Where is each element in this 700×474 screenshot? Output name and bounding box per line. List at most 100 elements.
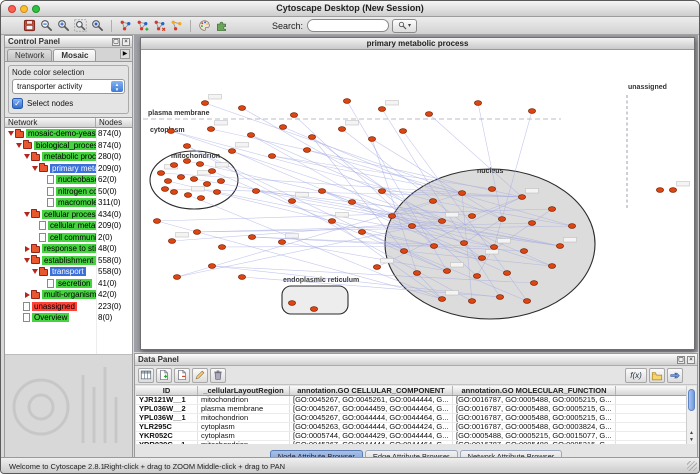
network-node[interactable] <box>288 199 295 204</box>
network-node[interactable] <box>518 195 525 200</box>
network-node[interactable] <box>218 245 225 250</box>
network-node[interactable] <box>348 200 355 205</box>
select-nodes-checkbox[interactable]: ✓ <box>12 98 23 109</box>
network-node[interactable] <box>430 244 437 249</box>
tree-expand-toggle[interactable] <box>23 246 31 252</box>
table-row[interactable]: YJR121W__1mitochondrion[GO:0045267, GO:0… <box>136 396 696 405</box>
float-panel-icon[interactable]: ▢ <box>677 356 685 364</box>
network-node[interactable] <box>656 188 663 193</box>
network-node[interactable] <box>503 271 510 276</box>
network-node[interactable] <box>468 299 475 304</box>
network-node[interactable] <box>201 101 208 106</box>
network-node[interactable] <box>498 217 505 222</box>
tree-item-macromolecule[interactable]: macromolecule311(0) <box>5 197 132 209</box>
tree-item-multi-organism-pro[interactable]: multi-organism pro42(0) <box>5 289 132 301</box>
network-node[interactable] <box>183 144 190 149</box>
network-node[interactable] <box>310 307 317 312</box>
network-node[interactable] <box>523 299 530 304</box>
tree-collapse-toggle[interactable] <box>23 154 31 159</box>
network-node[interactable] <box>173 275 180 280</box>
network-node[interactable] <box>170 190 177 195</box>
network-node[interactable] <box>238 275 245 280</box>
import-attributes-button[interactable] <box>649 368 665 383</box>
network-node[interactable] <box>207 127 214 132</box>
show-overview-button[interactable] <box>117 18 134 34</box>
search-options-button[interactable]: ▾ <box>392 19 417 33</box>
network-node[interactable] <box>247 133 254 138</box>
attribute-dropdown[interactable]: transporter activity ▲▼ <box>12 79 125 94</box>
scrollbar-thumb[interactable] <box>688 389 695 411</box>
network-node[interactable] <box>438 297 445 302</box>
network-node[interactable] <box>184 193 191 198</box>
network-node[interactable] <box>208 169 215 174</box>
network-node[interactable] <box>528 109 535 114</box>
network-node[interactable] <box>528 221 535 226</box>
network-node[interactable] <box>556 244 563 249</box>
tab-mosaic[interactable]: Mosaic <box>53 49 96 61</box>
network-node[interactable] <box>478 256 485 261</box>
column-header-annotation-go-molecular-function[interactable]: annotation.GO MOLECULAR_FUNCTION <box>453 386 616 395</box>
network-canvas[interactable]: plasma membranecytoplasmmitochondrionnuc… <box>141 51 694 349</box>
network-node[interactable] <box>177 175 184 180</box>
network-node[interactable] <box>153 219 160 224</box>
tab-network[interactable]: Network <box>7 49 52 61</box>
network-node[interactable] <box>548 207 555 212</box>
create-view-button[interactable] <box>134 18 151 34</box>
table-row[interactable]: YPL036W__2plasma membrane[GO:0045267, GO… <box>136 405 696 414</box>
network-node[interactable] <box>248 235 255 240</box>
network-node[interactable] <box>520 249 527 254</box>
network-node[interactable] <box>438 219 445 224</box>
tree-collapse-toggle[interactable] <box>23 258 31 263</box>
network-node[interactable] <box>183 159 190 164</box>
formula-builder-button[interactable]: f(x) <box>625 368 647 383</box>
network-node[interactable] <box>157 171 164 176</box>
network-node[interactable] <box>488 187 495 192</box>
tree-item-establishment-of-l[interactable]: establishment of l558(0) <box>5 255 132 267</box>
network-node[interactable] <box>228 149 235 154</box>
network-node[interactable] <box>290 113 297 118</box>
network-node[interactable] <box>474 101 481 106</box>
network-node[interactable] <box>303 148 310 153</box>
zoom-in-button[interactable] <box>55 18 72 34</box>
network-node[interactable] <box>238 106 245 111</box>
tree-expand-toggle[interactable] <box>23 292 31 298</box>
network-node[interactable] <box>268 154 275 159</box>
network-node[interactable] <box>568 224 575 229</box>
network-node[interactable] <box>252 189 259 194</box>
create-attribute-button[interactable] <box>156 368 172 383</box>
network-node[interactable] <box>213 190 220 195</box>
tree-item-biological-process[interactable]: biological_process874(0) <box>5 140 132 152</box>
network-node[interactable] <box>530 281 537 286</box>
tree-item-metabolic-process[interactable]: metabolic process280(0) <box>5 151 132 163</box>
network-node[interactable] <box>373 265 380 270</box>
tree-item-cellular-metabo[interactable]: cellular metabo209(0) <box>5 220 132 232</box>
tree-item-overview[interactable]: Overview8(0) <box>5 312 132 324</box>
plugins-button[interactable] <box>213 18 230 34</box>
resize-grip[interactable] <box>687 461 697 471</box>
delete-rows-button[interactable] <box>210 368 226 383</box>
network-node[interactable] <box>490 245 497 250</box>
network-node[interactable] <box>358 230 365 235</box>
network-node[interactable] <box>473 274 480 279</box>
tree-item-cell-communica[interactable]: cell communica2(0) <box>5 232 132 244</box>
minimize-window-button[interactable] <box>20 5 28 13</box>
column-header-cellularlayoutregion[interactable]: _cellularLayoutRegion <box>198 386 290 395</box>
table-row[interactable]: YKR052Ccytoplasm[GO:0005744, GO:0044429,… <box>136 432 696 441</box>
network-node[interactable] <box>443 269 450 274</box>
dropdown-arrows-icon[interactable]: ▲▼ <box>111 81 123 92</box>
network-node[interactable] <box>318 189 325 194</box>
tree-column-nodes[interactable]: Nodes <box>96 118 132 127</box>
network-node[interactable] <box>413 271 420 276</box>
first-neighbors-button[interactable] <box>168 18 185 34</box>
network-node[interactable] <box>429 199 436 204</box>
network-node[interactable] <box>164 179 171 184</box>
network-node[interactable] <box>458 191 465 196</box>
network-node[interactable] <box>669 188 676 193</box>
network-node[interactable] <box>278 240 285 245</box>
table-row[interactable]: YPL036W__1mitochondrion[GO:0045267, GO:0… <box>136 414 696 423</box>
network-node[interactable] <box>190 177 197 182</box>
network-node[interactable] <box>378 107 385 112</box>
network-node[interactable] <box>388 214 395 219</box>
search-input[interactable] <box>307 19 389 32</box>
network-node[interactable] <box>203 182 210 187</box>
